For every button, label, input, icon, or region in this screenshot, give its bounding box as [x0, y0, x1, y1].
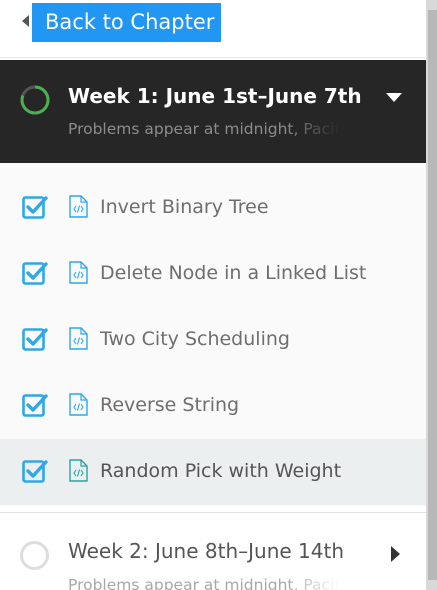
week-1-subtitle: Problems appear at midnight, Pacific Tim… — [68, 120, 340, 138]
week-1-header[interactable] — [0, 60, 426, 163]
checkbox-checked-icon[interactable] — [22, 195, 48, 219]
checkbox-checked-icon[interactable] — [22, 459, 48, 483]
list-item[interactable]: Invert Binary Tree — [0, 175, 426, 241]
list-item[interactable]: Reverse String — [0, 373, 426, 439]
progress-ring-icon — [20, 541, 49, 570]
progress-ring-icon — [20, 85, 50, 115]
week-2-title[interactable]: Week 2: June 8th–June 14th — [68, 539, 344, 563]
code-file-icon — [69, 327, 88, 350]
week-2-subtitle: Problems appear at midnight, Pacific Tim… — [68, 576, 340, 590]
item-label: Two City Scheduling — [100, 328, 290, 350]
problem-list: Invert Binary Tree Delete Node in a Link… — [0, 163, 426, 506]
item-label: Invert Binary Tree — [100, 196, 269, 218]
list-item[interactable]: Delete Node in a Linked List — [0, 241, 426, 307]
list-item-active[interactable]: Random Pick with Weight — [0, 439, 426, 505]
back-caret-icon[interactable] — [22, 15, 29, 27]
code-file-icon — [69, 393, 88, 416]
list-item[interactable]: Two City Scheduling — [0, 307, 426, 373]
checkbox-checked-icon[interactable] — [22, 327, 48, 351]
checkbox-checked-icon[interactable] — [22, 393, 48, 417]
item-label: Reverse String — [100, 394, 240, 416]
item-label: Random Pick with Weight — [100, 460, 342, 482]
code-file-icon — [69, 459, 88, 482]
back-to-chapter-button[interactable]: Back to Chapter — [32, 3, 222, 42]
code-file-icon — [69, 195, 88, 218]
week-1-title: Week 1: June 1st–June 7th — [68, 84, 362, 108]
item-label: Delete Node in a Linked List — [100, 262, 367, 284]
scrollbar-thumb[interactable] — [428, 10, 437, 580]
chevron-right-icon[interactable] — [391, 546, 400, 562]
code-file-icon — [69, 261, 88, 284]
divider — [0, 512, 426, 513]
chevron-down-icon[interactable] — [386, 93, 402, 102]
checkbox-checked-icon[interactable] — [22, 261, 48, 285]
top-bar: Back to Chapter — [0, 0, 426, 58]
